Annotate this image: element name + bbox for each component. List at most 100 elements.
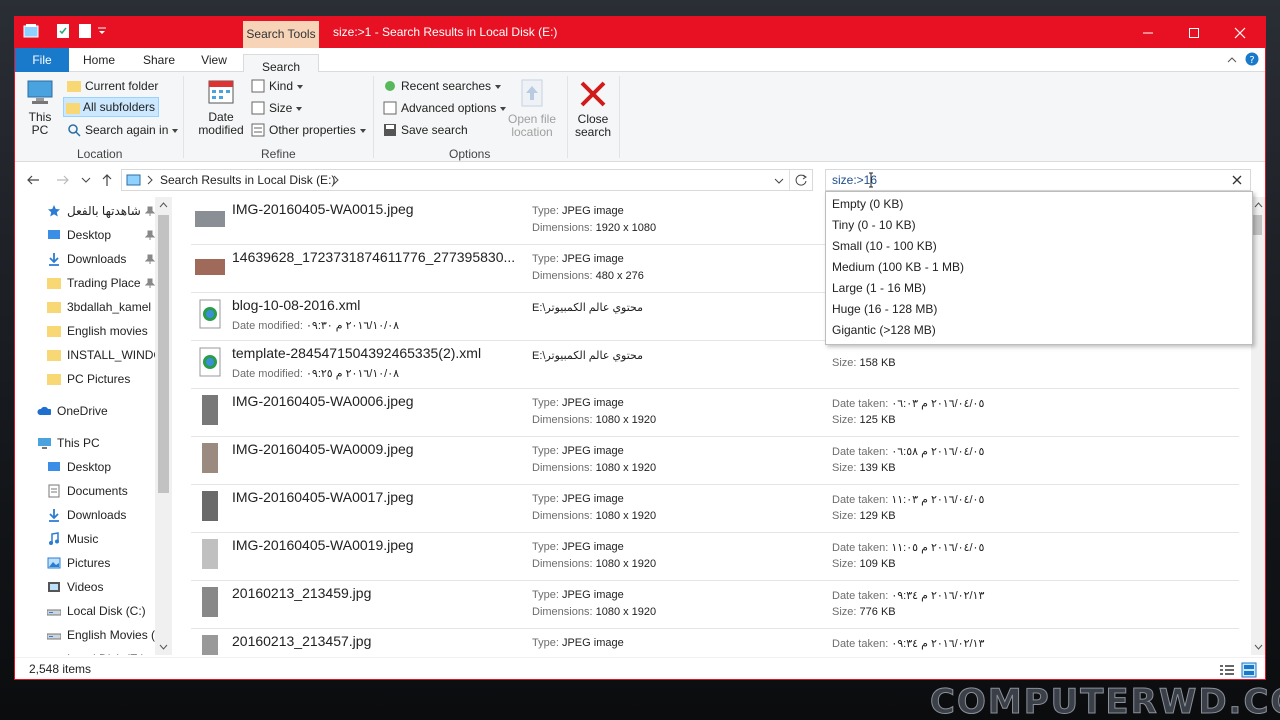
this-pc-button[interactable]: This PC [23,78,57,137]
tab-home[interactable]: Home [77,48,121,72]
forward-button[interactable] [55,172,71,188]
sidebar-item[interactable]: INSTALL_WINDO [15,344,155,366]
file-name[interactable]: 14639628_1723731874611776_277395830... [232,249,522,265]
date-modified-button[interactable]: Date modified [191,78,251,137]
scroll-down-icon[interactable] [1254,643,1263,651]
refresh-icon[interactable] [794,173,808,187]
sidebar-item[interactable]: شاهدتها بالفعل [15,200,155,222]
file-name[interactable]: 20160213_213457.jpg [232,633,522,649]
sidebar-item[interactable]: Local Disk (C:) [15,600,155,622]
collapse-ribbon-icon[interactable] [1227,54,1237,68]
navigation-pane-scrollbar[interactable] [155,197,172,655]
recent-searches-button[interactable]: Recent searches [381,76,502,96]
file-row[interactable]: IMG-20160405-WA0006.jpeg Type: JPEG image… [191,389,1239,437]
sidebar-item-label: شاهدتها بالفعل [67,204,141,218]
size-option[interactable]: Empty (0 KB) [832,194,903,215]
size-option[interactable]: Large (1 - 16 MB) [832,278,926,299]
sidebar-item[interactable]: Downloads [15,504,155,526]
file-row[interactable]: 20160213_213457.jpg Type: JPEG image Date … [191,629,1239,655]
size-option[interactable]: Tiny (0 - 10 KB) [832,215,916,236]
file-name[interactable]: IMG-20160405-WA0015.jpeg [232,201,522,217]
item-count: 2,548 items [29,662,92,676]
sidebar-item[interactable]: Desktop [15,456,155,478]
back-button[interactable] [25,172,41,188]
tab-view[interactable]: View [193,48,235,72]
sidebar-item[interactable]: PC Pictures [15,368,155,390]
save-search-button[interactable]: Save search [381,120,468,140]
file-name[interactable]: IMG-20160405-WA0006.jpeg [232,393,522,409]
sidebar-item[interactable]: Downloads [15,248,155,270]
sidebar-item[interactable]: Documents [15,480,155,502]
file-row[interactable]: IMG-20160405-WA0009.jpeg Type: JPEG image… [191,437,1239,485]
sidebar-item[interactable]: Desktop [15,224,155,246]
scrollbar-thumb[interactable] [1253,215,1262,235]
sidebar-item[interactable]: Videos [15,576,155,598]
scrollbar-thumb[interactable] [158,215,169,493]
explorer-app-icon[interactable] [23,23,39,39]
size-option[interactable]: Huge (16 - 128 MB) [832,299,937,320]
sidebar-item[interactable]: English movies [15,320,155,342]
clear-search-icon[interactable] [1232,175,1242,185]
sidebar-item-label: Desktop [67,228,112,242]
open-file-location-button[interactable]: Open file location [505,78,559,139]
properties-icon[interactable] [55,23,71,39]
file-size: Size: 776 KB [832,606,896,618]
close-search-button[interactable]: Close search [571,78,615,139]
sidebar-item[interactable]: Pictures [15,552,155,574]
tab-share[interactable]: Share [137,48,181,72]
search-again-in-button[interactable]: Search again in [65,120,179,140]
close-button[interactable] [1217,17,1263,48]
file-type: Type: JPEG image [532,637,624,649]
file-row[interactable]: 20160213_213459.jpg Type: JPEG image Dimen… [191,581,1239,629]
sidebar-item[interactable]: Local Disk (E:) [15,648,155,655]
size-option[interactable]: Small (10 - 100 KB) [832,236,937,257]
details-view-icon[interactable] [1219,663,1235,677]
size-option[interactable]: Gigantic (>128 MB) [832,320,936,341]
address-dropdown-icon[interactable] [774,176,784,186]
address-bar[interactable]: Search Results in Local Disk (E:) [121,169,813,191]
file-name[interactable]: blog-10-08-2016.xml [232,297,522,313]
size-button[interactable]: Size [249,98,303,118]
file-name[interactable]: 20160213_213459.jpg [232,585,522,601]
file-name[interactable]: IMG-20160405-WA0017.jpeg [232,489,522,505]
size-option[interactable]: Medium (100 KB - 1 MB) [832,257,964,278]
up-button[interactable] [99,172,115,188]
advanced-options-button[interactable]: Advanced options [381,98,507,118]
kind-button[interactable]: Kind [249,76,304,96]
help-icon[interactable]: ? [1245,52,1259,69]
sidebar-item[interactable]: English Movies ( [15,624,155,646]
scroll-up-icon[interactable] [1254,201,1263,209]
new-folder-icon[interactable] [77,23,93,39]
sidebar-item[interactable]: 3bdallah_kamel [15,296,155,318]
results-scrollbar[interactable] [1251,197,1265,655]
large-icons-view-icon[interactable] [1241,662,1257,678]
file-row[interactable]: IMG-20160405-WA0017.jpeg Type: JPEG image… [191,485,1239,533]
sidebar-item[interactable]: Trading Place [15,272,155,294]
file-name[interactable]: template-2845471504392465335(2).xml [232,345,522,361]
all-subfolders-button[interactable]: All subfolders [63,97,159,117]
minimize-button[interactable] [1125,17,1171,48]
customize-toolbar-icon[interactable] [97,26,113,42]
tab-file[interactable]: File [15,48,69,72]
file-name[interactable]: IMG-20160405-WA0009.jpeg [232,441,522,457]
sidebar-item[interactable]: This PC [15,432,155,454]
file-dimensions: Dimensions: 1080 x 1920 [532,558,657,570]
sidebar-item[interactable]: OneDrive [15,400,155,422]
scroll-down-icon[interactable] [159,643,168,651]
other-properties-button[interactable]: Other properties [249,120,366,140]
file-size: Size: 158 KB [832,357,896,369]
scroll-up-icon[interactable] [159,201,168,209]
sidebar-item[interactable]: Music [15,528,155,550]
file-name[interactable]: IMG-20160405-WA0019.jpeg [232,537,522,553]
recent-locations-button[interactable] [81,172,97,188]
search-box[interactable]: size:>16 [825,169,1251,191]
current-folder-button[interactable]: Current folder [65,76,158,96]
drive-icon [47,652,61,655]
maximize-button[interactable] [1171,17,1217,48]
file-row[interactable]: IMG-20160405-WA0019.jpeg Type: JPEG image… [191,533,1239,581]
address-path[interactable]: Search Results in Local Disk (E:) [160,173,335,187]
star-icon [48,205,60,217]
chevron-right-icon[interactable] [332,175,340,185]
file-dimensions: Dimensions: 1080 x 1920 [532,606,657,618]
file-row[interactable]: template-2845471504392465335(2).xml Date … [191,341,1239,389]
